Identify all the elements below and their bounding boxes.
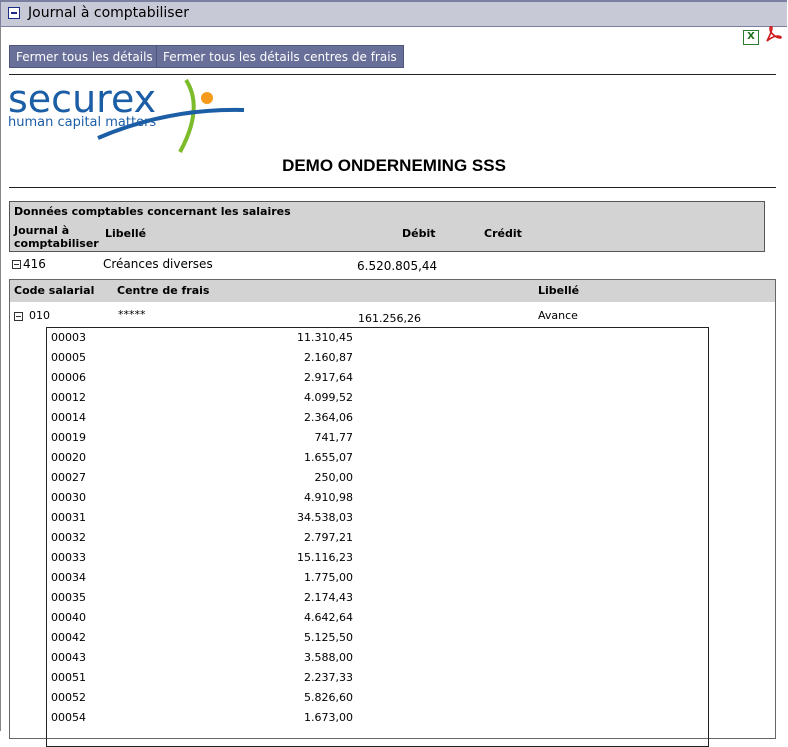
salary-libelle: Avance [538, 309, 578, 322]
salary-code: 010 [29, 309, 50, 322]
detail-code: 00006 [51, 371, 86, 384]
divider [9, 74, 776, 75]
detail-code: 00030 [51, 491, 86, 504]
detail-table [46, 327, 709, 747]
detail-code: 00040 [51, 611, 86, 624]
window-titlebar: Journal à comptabiliser [0, 0, 787, 27]
detail-value: 15.116,23 [297, 551, 353, 564]
page-frame [0, 26, 1, 731]
detail-value: 4.099,52 [304, 391, 353, 404]
detail-code: 00034 [51, 571, 86, 584]
detail-value: 2.797,21 [304, 531, 353, 544]
detail-value: 4.910,98 [304, 491, 353, 504]
detail-value: 2.364,06 [304, 411, 353, 424]
detail-code: 00032 [51, 531, 86, 544]
detail-code: 00052 [51, 691, 86, 704]
salary-cost-center: ***** [118, 308, 146, 321]
detail-code: 00031 [51, 511, 86, 524]
detail-code: 00043 [51, 651, 86, 664]
detail-value: 5.125,50 [304, 631, 353, 644]
detail-value: 2.174,43 [304, 591, 353, 604]
col-salary-libelle: Libellé [538, 284, 580, 297]
detail-value: 3.588,00 [304, 651, 353, 664]
journal-libelle: Créances diverses [103, 257, 213, 271]
accounting-section-header: Données comptables concernant les salair… [9, 201, 765, 252]
detail-value: 1.655,07 [304, 451, 353, 464]
detail-value: 1.775,00 [304, 571, 353, 584]
excel-icon[interactable]: X [743, 30, 759, 45]
detail-value: 34.538,03 [297, 511, 353, 524]
collapse-icon[interactable] [14, 311, 23, 321]
detail-value: 11.310,45 [297, 331, 353, 344]
col-credit-header: Crédit [484, 227, 522, 240]
col-cost-center: Centre de frais [117, 284, 210, 297]
journal-row-toggle[interactable] [12, 257, 21, 271]
salary-amount: 161.256,26 [358, 312, 421, 325]
section-title: Données comptables concernant les salair… [14, 205, 291, 218]
detail-code: 00019 [51, 431, 86, 444]
detail-code: 00027 [51, 471, 86, 484]
pdf-icon[interactable] [764, 26, 782, 44]
window-title: Journal à comptabiliser [28, 5, 189, 21]
detail-code: 00042 [51, 631, 86, 644]
col-debit-header: Débit [402, 227, 436, 240]
securex-logo: securex human capital matters [8, 78, 245, 153]
collapse-icon[interactable] [12, 260, 21, 269]
col-journal-line1: Journal à [14, 224, 70, 237]
col-journal-header: Journal à comptabiliser [14, 224, 99, 250]
col-code-salarial: Code salarial [14, 284, 95, 297]
divider [9, 187, 776, 188]
detail-value: 4.642,64 [304, 611, 353, 624]
col-libelle-header: Libellé [105, 227, 147, 240]
company-name: DEMO ONDERNEMING SSS [282, 156, 506, 175]
detail-code: 00033 [51, 551, 86, 564]
detail-value: 1.673,00 [304, 711, 353, 724]
detail-value: 2.917,64 [304, 371, 353, 384]
detail-code: 00005 [51, 351, 86, 364]
close-all-details-button[interactable]: Fermer tous les détails [9, 45, 160, 68]
journal-debit: 6.520.805,44 [357, 259, 438, 273]
detail-value: 5.826,60 [304, 691, 353, 704]
detail-code: 00003 [51, 331, 86, 344]
salary-row-toggle[interactable] [14, 309, 23, 322]
detail-code: 00020 [51, 451, 86, 464]
detail-code: 00035 [51, 591, 86, 604]
logo-tagline: human capital matters [8, 115, 156, 130]
detail-value: 741,77 [314, 431, 354, 444]
detail-code: 00012 [51, 391, 86, 404]
col-journal-line2: comptabiliser [14, 237, 99, 250]
close-cost-center-details-button[interactable]: Fermer tous les détails centres de frais [156, 45, 404, 68]
journal-code: 416 [23, 257, 46, 271]
detail-code: 00014 [51, 411, 86, 424]
collapse-panel-icon[interactable] [8, 7, 20, 19]
detail-code: 00051 [51, 671, 86, 684]
detail-code: 00054 [51, 711, 86, 724]
detail-value: 2.160,87 [304, 351, 353, 364]
detail-value: 250,00 [314, 471, 354, 484]
detail-value: 2.237,33 [304, 671, 353, 684]
